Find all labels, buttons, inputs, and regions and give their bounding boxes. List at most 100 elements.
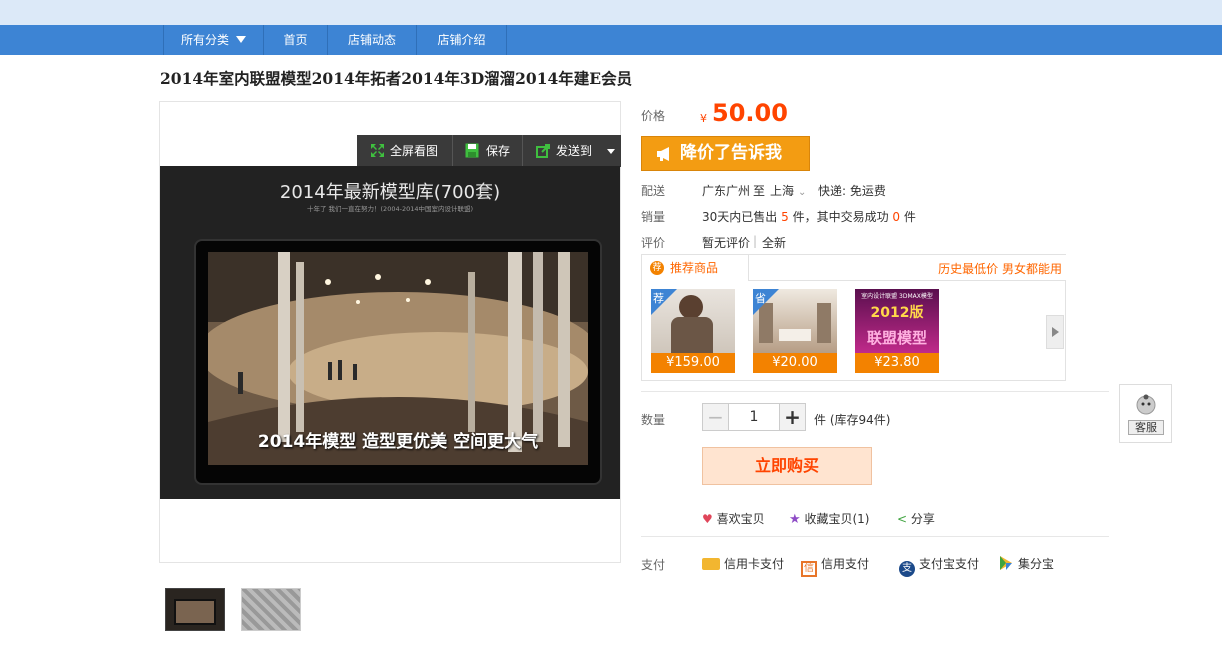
nav-all-categories[interactable]: 所有分类: [163, 25, 264, 55]
nav-shop-intro[interactable]: 店铺介绍: [417, 25, 507, 55]
image-headline: 2014年最新模型库(700套): [279, 182, 501, 203]
interior-render-image: 2014年模型 造型更优美 空间更大气: [208, 252, 588, 465]
credit-pay-icon: 信: [801, 561, 817, 577]
currency-symbol: ¥: [700, 112, 707, 125]
quantity-label: 数量: [641, 413, 666, 427]
shipping-info: 快递: 免运费: [818, 184, 886, 198]
payment-alipay-label: 支付宝支付: [919, 557, 980, 571]
delivery-label: 配送: [641, 184, 666, 198]
stock-info: 件 (库存94件): [814, 413, 891, 427]
favorite-label: 收藏宝贝(1): [804, 512, 870, 526]
share-button[interactable]: < 分享: [897, 510, 935, 527]
recommended-next-button[interactable]: [1046, 315, 1064, 349]
payment-label: 支付: [641, 558, 666, 572]
send-to-button[interactable]: 发送到: [523, 135, 621, 167]
payment-credit-card-label: 信用卡支付: [724, 557, 785, 571]
price-value: 50.00: [712, 99, 788, 127]
price-label: 价格: [641, 109, 666, 123]
send-to-label: 发送到: [556, 144, 593, 158]
recommended-item-3[interactable]: 室内设计联盟 3DMAX模型 2012版 联盟模型 ¥23.80: [855, 289, 939, 373]
share-out-icon: [536, 144, 550, 158]
recommended-item-3-text2: 联盟模型: [866, 329, 927, 347]
share-icon: <: [897, 512, 908, 526]
recommended-header: 历史最低价 男女都能用: [749, 255, 1066, 281]
tab-recommended-label: 推荐商品: [670, 261, 719, 275]
payment-jifenbao: 集分宝: [998, 555, 1054, 572]
like-button[interactable]: ♥ 喜欢宝贝: [702, 510, 765, 527]
recommended-item-2-badge: 省: [755, 292, 766, 305]
recommended-slogan: 历史最低价 男女都能用: [938, 262, 1062, 276]
customer-service-button[interactable]: 客服: [1119, 384, 1172, 443]
alipay-icon: 支: [899, 561, 915, 577]
customer-service-label: 客服: [1128, 420, 1164, 435]
divider: [641, 391, 1109, 392]
caret-down-icon: [236, 36, 246, 43]
image-banner: 2014年模型 造型更优美 空间更大气: [257, 432, 539, 452]
image-subline: 十年了 我们一直在努力！(2004-2014中国室内设计联盟): [306, 205, 474, 213]
quantity-input[interactable]: 1: [729, 403, 779, 431]
sold-count: 5: [781, 210, 789, 224]
recommended-item-1-badge: 荐: [653, 292, 664, 305]
jifenbao-icon: [1000, 556, 1012, 570]
save-icon: [465, 143, 479, 158]
caret-down-icon: [607, 149, 615, 154]
recommended-item-1[interactable]: 荐 ¥159.00: [651, 289, 735, 373]
price-drop-alert-button[interactable]: 降价了告诉我: [641, 136, 810, 171]
sales-suffix: 件: [903, 210, 916, 224]
price-drop-alert-label: 降价了告诉我: [680, 143, 782, 163]
delivery-destination: 上海: [770, 184, 795, 198]
delivery-destination-select[interactable]: 上海 ⌄: [770, 182, 806, 199]
recommended-item-2-price: ¥20.00: [753, 353, 837, 373]
tab-recommended[interactable]: 荐 推荐商品: [642, 255, 749, 281]
save-label: 保存: [486, 144, 511, 158]
main-product-image[interactable]: 2014年最新模型库(700套) 十年了 我们一直在努力！(2004-2014中…: [160, 166, 620, 499]
nav-shop-news[interactable]: 店铺动态: [328, 25, 417, 55]
thumbnail-2[interactable]: [241, 588, 301, 631]
recommend-badge-icon: 荐: [650, 261, 664, 275]
expand-icon: [371, 144, 384, 157]
credit-card-icon: [702, 558, 720, 570]
sales-info: 30天内已售出 5 件，其中交易成功 0 件: [702, 208, 916, 225]
product-gallery: 全屏看图 保存 发送到 2014年最新模型库(700套) 十年了 我们一直在努力…: [159, 101, 621, 563]
recommended-item-3-text: 2012版: [870, 305, 924, 321]
quantity-increase-button[interactable]: +: [779, 403, 806, 431]
recommended-products: 历史最低价 男女都能用 荐 推荐商品 荐 ¥159.00 省 ¥20.00 室内…: [641, 254, 1066, 381]
quantity-decrease-button[interactable]: −: [702, 403, 729, 431]
sales-mid: 件，其中交易成功: [792, 210, 889, 224]
thumbnail-1[interactable]: [165, 588, 225, 631]
recommended-item-1-price: ¥159.00: [651, 353, 735, 373]
like-label: 喜欢宝贝: [716, 512, 765, 526]
top-band: [0, 0, 1222, 25]
chevron-right-icon: [1052, 327, 1059, 337]
fullscreen-button[interactable]: 全屏看图: [357, 135, 453, 167]
share-label: 分享: [910, 512, 935, 526]
nav-all-categories-label: 所有分类: [180, 33, 229, 47]
favorite-button[interactable]: ★ 收藏宝贝(1): [789, 510, 869, 527]
product-title: 2014年室内联盟模型2014年拓者2014年3D溜溜2014年建E会员: [160, 69, 633, 88]
sales-label: 销量: [641, 210, 666, 224]
payment-jifenbao-label: 集分宝: [1018, 557, 1055, 571]
divider: [641, 536, 1109, 537]
heart-icon: ♥: [702, 512, 713, 526]
buy-now-button[interactable]: 立即购买: [702, 447, 872, 485]
condition-value: 全新: [762, 236, 787, 250]
nav-home[interactable]: 首页: [264, 25, 328, 55]
payment-credit-label: 信用支付: [821, 557, 870, 571]
sales-prefix: 30天内已售出: [702, 210, 778, 224]
fullscreen-label: 全屏看图: [390, 144, 439, 158]
review-value[interactable]: 暂无评价: [702, 234, 750, 251]
review-label: 评价: [641, 236, 666, 250]
recommended-item-3-price: ¥23.80: [855, 353, 939, 373]
monitor-frame: 2014年模型 造型更优美 空间更大气: [194, 239, 602, 485]
payment-alipay: 支支付宝支付: [899, 555, 979, 577]
service-avatar-icon: [1136, 394, 1156, 415]
save-image-button[interactable]: 保存: [453, 135, 523, 167]
star-icon: ★: [789, 512, 801, 527]
success-count: 0: [892, 210, 901, 224]
recommended-item-3-top: 室内设计联盟 3DMAX模型: [861, 293, 933, 300]
payment-credit-card: 信用卡支付: [702, 555, 784, 572]
delivery-to-word: 至: [753, 184, 766, 198]
payment-credit: 信信用支付: [801, 555, 869, 577]
recommended-item-2[interactable]: 省 ¥20.00: [753, 289, 837, 373]
shop-nav-bar: 所有分类 首页 店铺动态 店铺介绍: [0, 25, 1222, 55]
